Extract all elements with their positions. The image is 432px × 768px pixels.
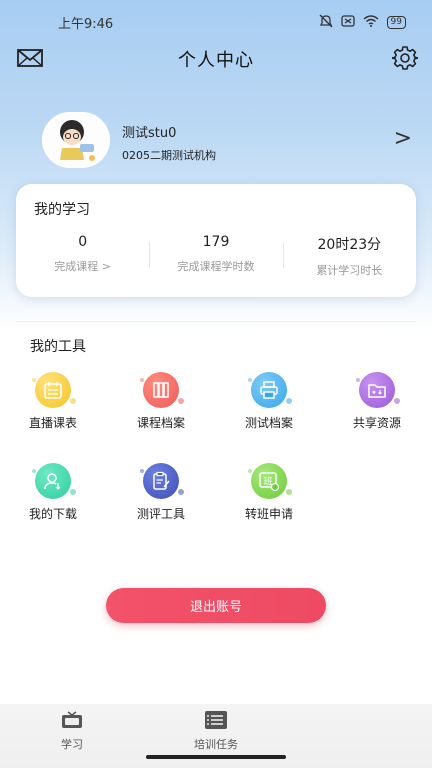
clipboard-icon	[138, 463, 184, 499]
tool-label: 我的下载	[28, 507, 77, 521]
profile-row[interactable]: 测试stu0 0205二期测试机构 >	[42, 112, 422, 172]
wifi-icon	[363, 14, 379, 30]
tool-label: 测评工具	[136, 507, 185, 521]
sim-icon	[340, 14, 355, 30]
tool-test-archive[interactable]: 测试档案	[224, 372, 314, 442]
chevron-right-icon[interactable]: >	[394, 126, 412, 151]
organization-name: 0205二期测试机构	[122, 149, 216, 162]
stat-completed-courses[interactable]: 0 完成课程 >	[16, 234, 149, 274]
status-time: 上午9:46	[58, 16, 114, 32]
mail-icon[interactable]	[16, 47, 44, 69]
battery-icon: 99	[386, 15, 406, 29]
my-study-title: 我的学习	[34, 202, 90, 218]
status-icons: 99	[319, 14, 406, 31]
mute-icon	[319, 14, 333, 31]
list-icon	[204, 711, 228, 734]
status-bar: 上午9:46 99	[0, 0, 432, 44]
stat-value: 179	[202, 234, 230, 250]
shared-folder-icon	[354, 372, 400, 408]
tool-class-transfer[interactable]: 班 转班申请	[224, 463, 314, 533]
stat-label: 完成课程学时数	[177, 260, 255, 273]
tab-label: 学习	[61, 738, 83, 751]
gear-icon[interactable]	[391, 45, 419, 71]
my-tools-title: 我的工具	[30, 339, 86, 355]
stat-label: 完成课程 >	[54, 260, 112, 273]
tool-label: 测试档案	[244, 416, 293, 430]
stat-value: 0	[78, 234, 88, 250]
tool-assessment[interactable]: 测评工具	[116, 463, 206, 533]
stat-value: 20时23分	[317, 237, 382, 253]
home-indicator	[146, 755, 286, 759]
tool-label: 转班申请	[244, 507, 293, 521]
calendar-icon	[30, 372, 76, 408]
stat-course-hours: 179 完成课程学时数	[149, 234, 282, 274]
page-title: 个人中心	[178, 50, 254, 71]
class-transfer-icon: 班	[246, 463, 292, 499]
tool-label: 直播课表	[28, 416, 77, 430]
download-user-icon	[30, 463, 76, 499]
tool-shared-resources[interactable]: 共享资源	[332, 372, 422, 442]
tool-label: 共享资源	[352, 416, 401, 430]
tab-study[interactable]: 学习	[32, 710, 112, 752]
page-header: 个人中心	[0, 44, 432, 74]
my-study-card: 我的学习 0 完成课程 > 179 完成课程学时数 20时23分 累计学习时长	[16, 184, 416, 297]
stat-label: 累计学习时长	[316, 264, 383, 277]
tv-icon	[61, 711, 83, 734]
printer-icon	[246, 372, 292, 408]
section-divider	[16, 321, 416, 322]
avatar[interactable]	[42, 112, 110, 168]
tool-live-schedule[interactable]: 直播课表	[8, 372, 98, 442]
tab-label: 培训任务	[194, 738, 238, 751]
username: 测试stu0	[122, 126, 177, 141]
tool-course-archive[interactable]: 课程档案	[116, 372, 206, 442]
tab-training-tasks[interactable]: 培训任务	[176, 710, 256, 752]
logout-button[interactable]: 退出账号	[106, 588, 326, 623]
study-stats: 0 完成课程 > 179 完成课程学时数 20时23分 累计学习时长	[16, 234, 416, 277]
stat-study-duration: 20时23分 累计学习时长	[282, 234, 416, 277]
books-icon	[138, 372, 184, 408]
tool-my-downloads[interactable]: 我的下载	[8, 463, 98, 533]
tool-label: 课程档案	[136, 416, 185, 430]
